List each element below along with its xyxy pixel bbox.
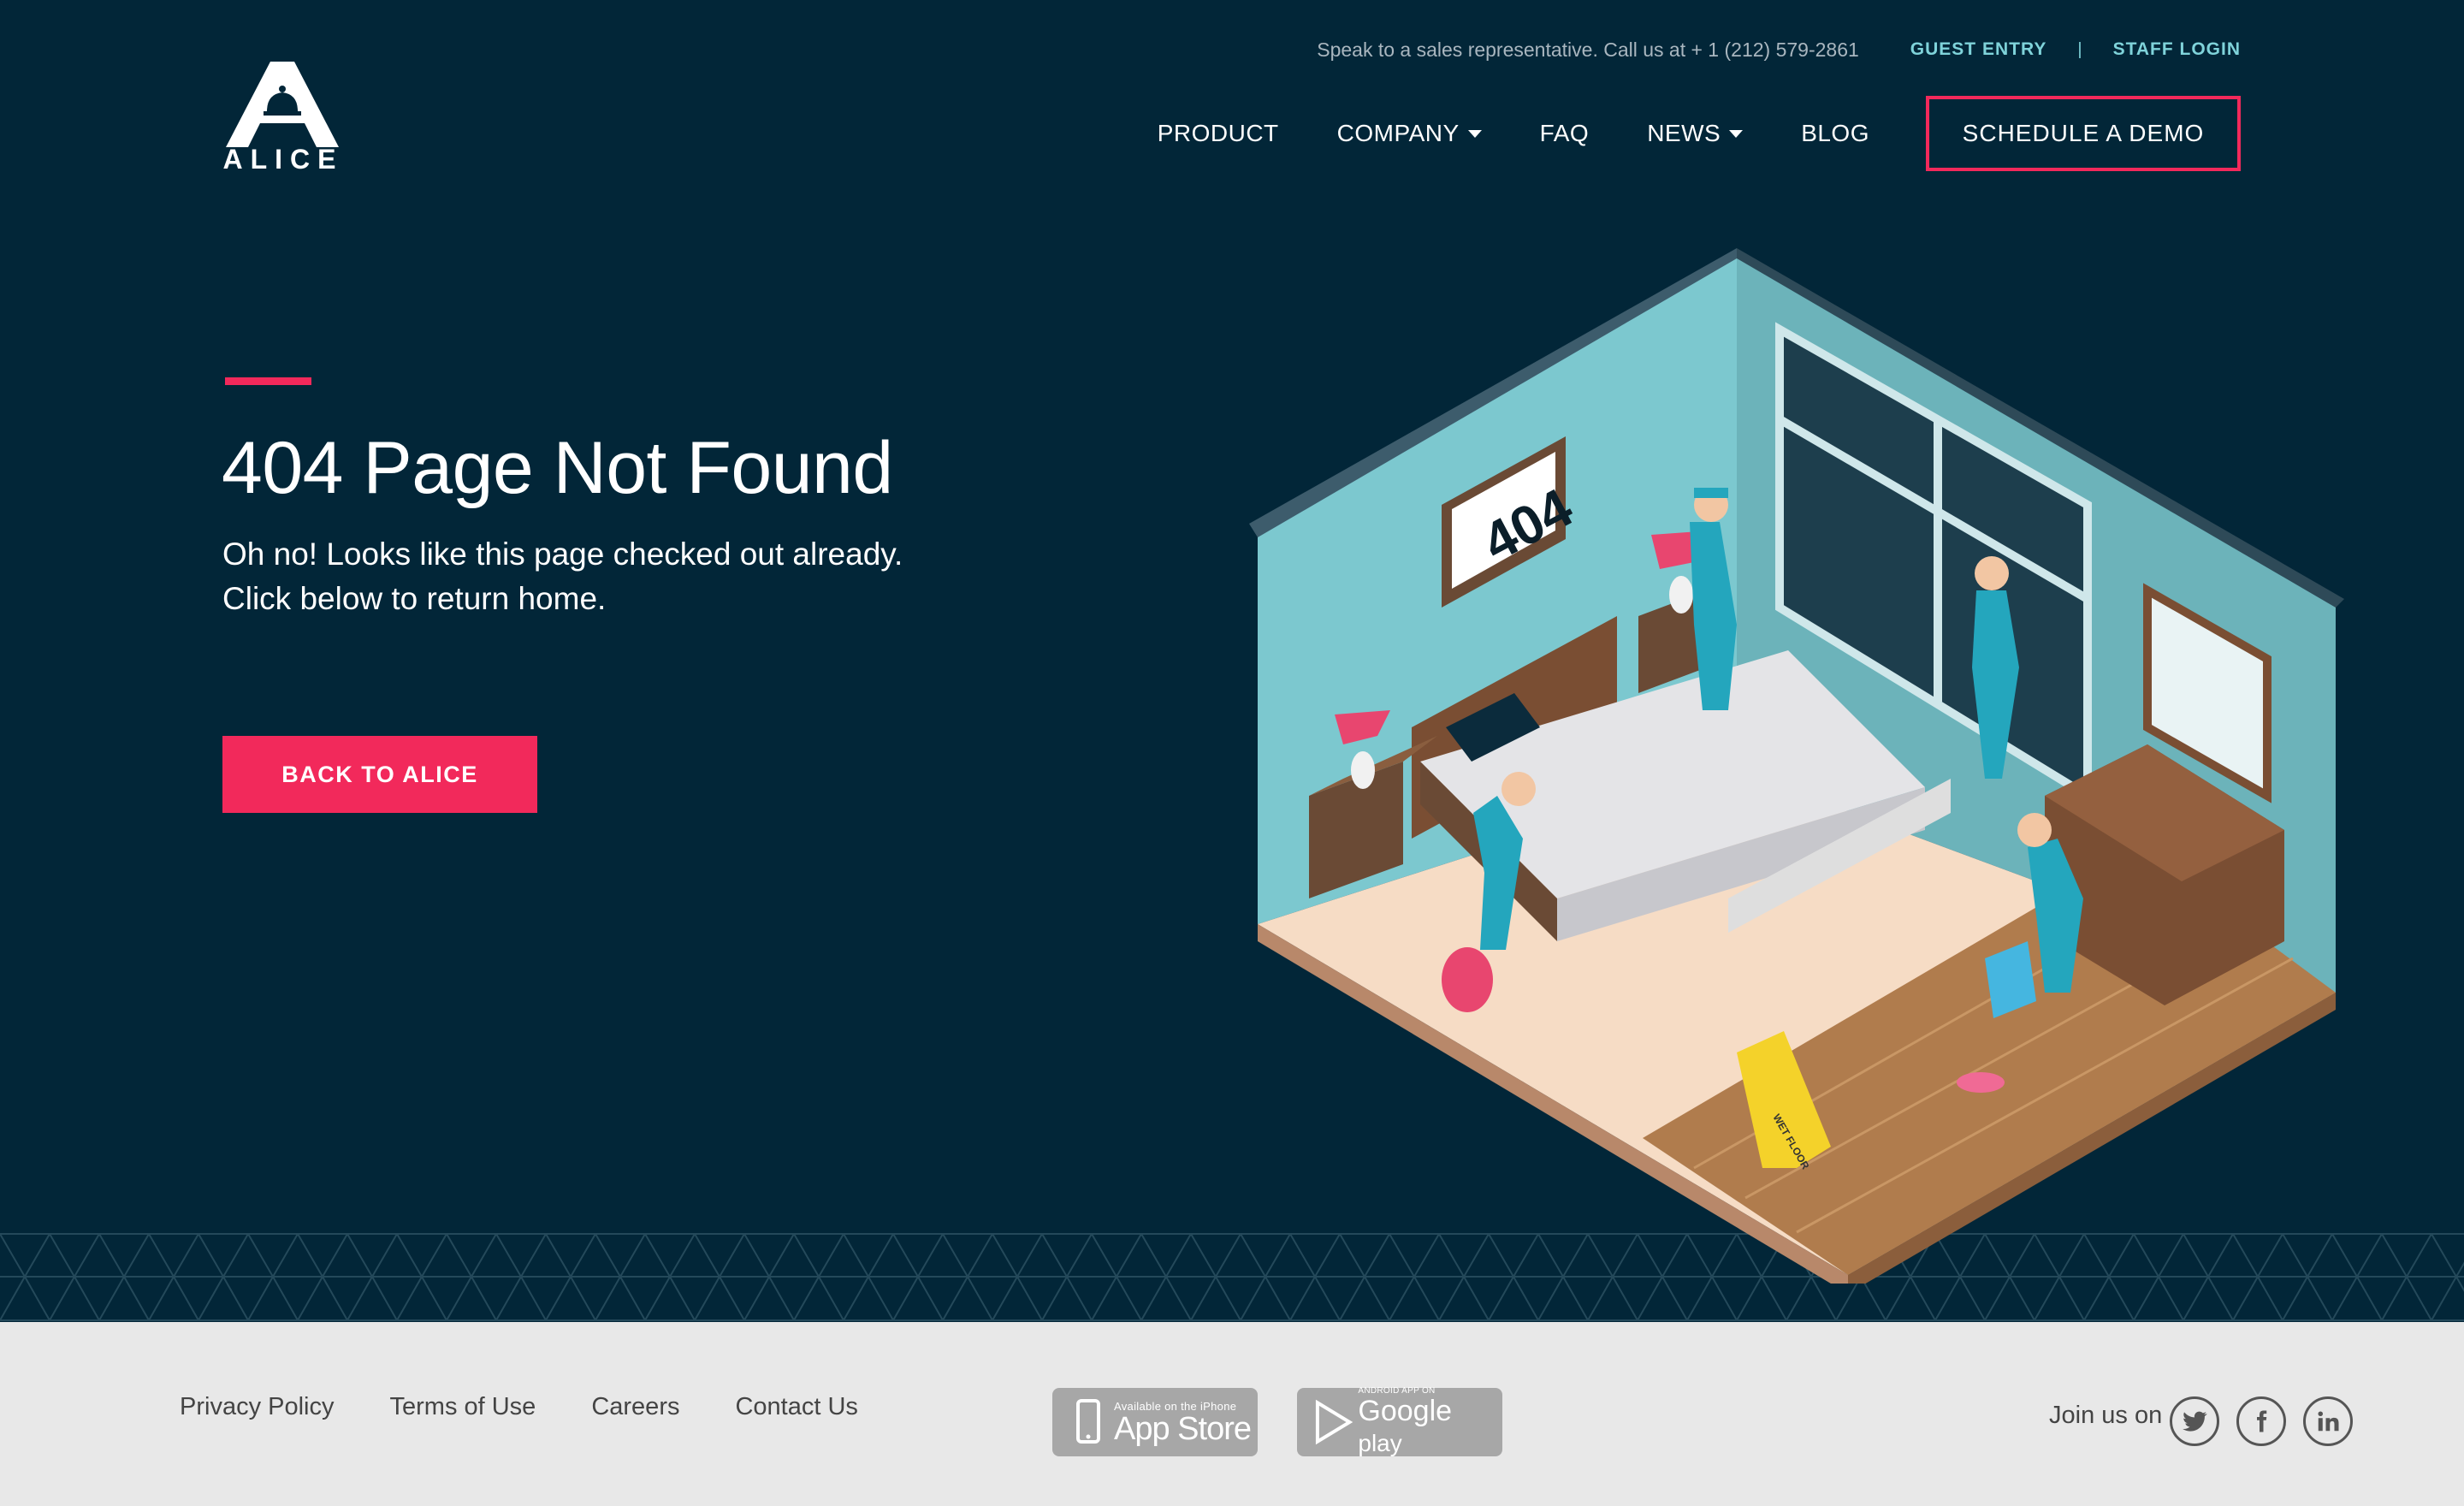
hero-section: Speak to a sales representative. Call us…	[0, 0, 2464, 1322]
top-bar: Speak to a sales representative. Call us…	[1317, 36, 2241, 63]
app-store-button[interactable]: Available on the iPhone App Store	[1052, 1388, 1258, 1456]
join-us-text: Join us on	[2049, 1402, 2163, 1429]
footer-link-terms[interactable]: Terms of Use	[390, 1393, 536, 1421]
logo-wordmark: ALICE	[222, 144, 344, 175]
play-icon	[1315, 1399, 1353, 1445]
subtitle-line-1: Oh no! Looks like this page checked out …	[222, 537, 903, 572]
caret-down-icon	[1467, 129, 1482, 138]
google-play-big-text: Google play	[1358, 1396, 1502, 1459]
page-subtitle: Oh no! Looks like this page checked out …	[222, 532, 903, 621]
footer-link-contact[interactable]: Contact Us	[735, 1393, 857, 1421]
facebook-icon[interactable]	[2236, 1396, 2286, 1446]
nav-news[interactable]: NEWS	[1647, 120, 1744, 147]
page-title: 404 Page Not Found	[222, 427, 893, 509]
nav-blog[interactable]: BLOG	[1801, 120, 1869, 147]
nav-news-label: NEWS	[1647, 120, 1721, 146]
nav-blog-label: BLOG	[1801, 120, 1869, 146]
google-word: Google	[1358, 1394, 1453, 1427]
google-play-button[interactable]: ANDROID APP ON Google play	[1297, 1386, 1502, 1459]
nav-product-label: PRODUCT	[1157, 120, 1279, 146]
iphone-icon	[1076, 1399, 1100, 1444]
play-word: play	[1358, 1429, 1402, 1456]
sales-contact-text: Speak to a sales representative. Call us…	[1317, 38, 1859, 61]
subtitle-line-2: Click below to return home.	[222, 581, 607, 616]
staff-login-link[interactable]: STAFF LOGIN	[2113, 39, 2241, 60]
hotel-room-illustration: 404 WET FLOOR	[1249, 248, 2344, 1284]
footer-link-privacy[interactable]: Privacy Policy	[180, 1393, 335, 1421]
caret-down-icon	[1729, 129, 1744, 138]
guest-entry-link[interactable]: GUEST ENTRY	[1910, 39, 2047, 60]
linkedin-icon[interactable]	[2303, 1396, 2353, 1446]
footer-link-careers[interactable]: Careers	[591, 1393, 679, 1421]
topbar-separator: |	[2077, 39, 2082, 59]
nav-faq[interactable]: FAQ	[1540, 120, 1590, 147]
main-nav: PRODUCT COMPANY FAQ NEWS BLOG SCHEDULE A…	[1158, 96, 2241, 171]
nav-company[interactable]: COMPANY	[1337, 120, 1482, 147]
schedule-demo-button[interactable]: SCHEDULE A DEMO	[1926, 96, 2241, 171]
twitter-icon[interactable]	[2170, 1396, 2219, 1446]
nav-faq-label: FAQ	[1539, 120, 1590, 146]
back-to-alice-button[interactable]: BACK TO ALICE	[222, 736, 537, 813]
nav-product[interactable]: PRODUCT	[1158, 120, 1279, 147]
accent-line	[225, 377, 311, 385]
app-store-big-text: App Store	[1114, 1410, 1252, 1447]
footer-links: Privacy Policy Terms of Use Careers Cont…	[180, 1393, 914, 1421]
nav-company-label: COMPANY	[1336, 120, 1460, 146]
